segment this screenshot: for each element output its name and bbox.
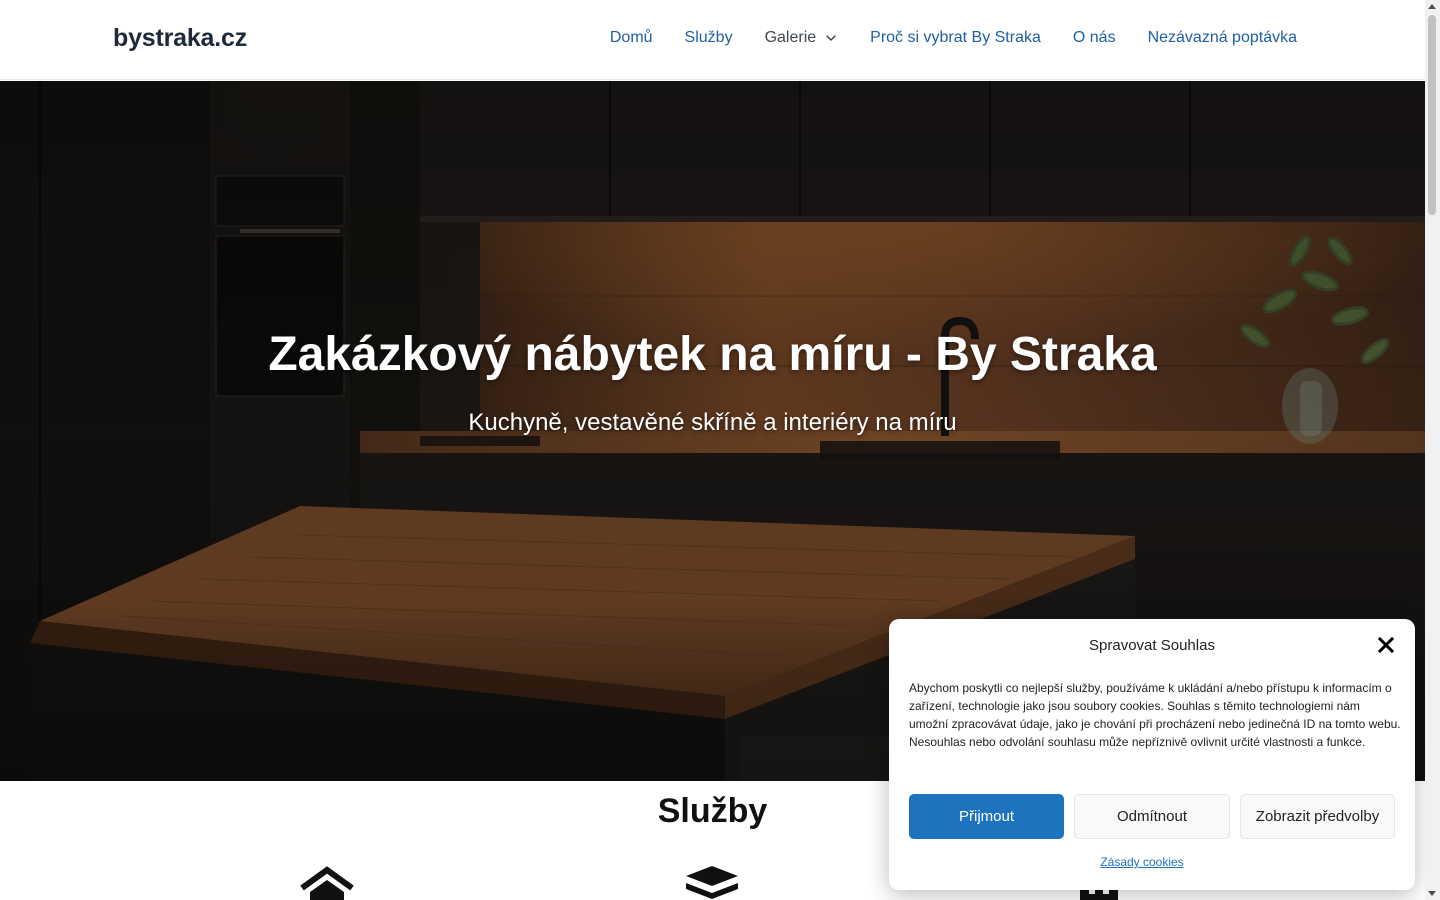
nav-item-services[interactable]: Služby [685, 29, 733, 47]
nav-item-gallery[interactable]: Galerie [765, 29, 839, 47]
site-logo[interactable]: bystraka.cz [113, 24, 247, 53]
cookie-policy-link[interactable]: Zásady cookies [889, 855, 1395, 869]
page-scrollbar[interactable] [1425, 0, 1440, 900]
view-preferences-button[interactable]: Zobrazit předvolby [1240, 794, 1395, 839]
deny-button[interactable]: Odmítnout [1074, 794, 1230, 839]
scroll-up-arrow-icon[interactable] [1428, 4, 1436, 9]
house-icon [300, 866, 354, 900]
site-header: bystraka.cz Domů Služby Galerie Proč si … [0, 0, 1425, 80]
nav-item-home[interactable]: Domů [610, 29, 653, 47]
hero-title: Zakázkový nábytek na míru - By Straka [268, 328, 1157, 381]
nav-item-gallery-label: Galerie [764, 29, 817, 46]
cookie-consent-dialog: Spravovat Souhlas Abychom poskytli co ne… [889, 619, 1415, 890]
close-icon[interactable] [1377, 636, 1395, 654]
scroll-down-arrow-icon[interactable] [1428, 891, 1436, 896]
main-nav: Domů Služby Galerie Proč si vybrat By St… [610, 29, 1297, 47]
nav-item-why-us[interactable]: Proč si vybrat By Straka [870, 29, 1041, 47]
scrollbar-thumb[interactable] [1428, 15, 1436, 215]
cookie-dialog-text: Abychom poskytli co nejlepší služby, pou… [909, 681, 1401, 749]
accept-button[interactable]: Přijmout [909, 794, 1064, 839]
cookie-dialog-title: Spravovat Souhlas [1089, 637, 1215, 654]
chevron-down-icon [826, 35, 836, 41]
nav-item-about[interactable]: O nás [1073, 29, 1116, 47]
nav-item-inquiry[interactable]: Nezávazná poptávka [1148, 29, 1297, 47]
hero-subtitle: Kuchyně, vestavěné skříně a interiéry na… [468, 409, 957, 436]
layers-icon [686, 866, 738, 899]
